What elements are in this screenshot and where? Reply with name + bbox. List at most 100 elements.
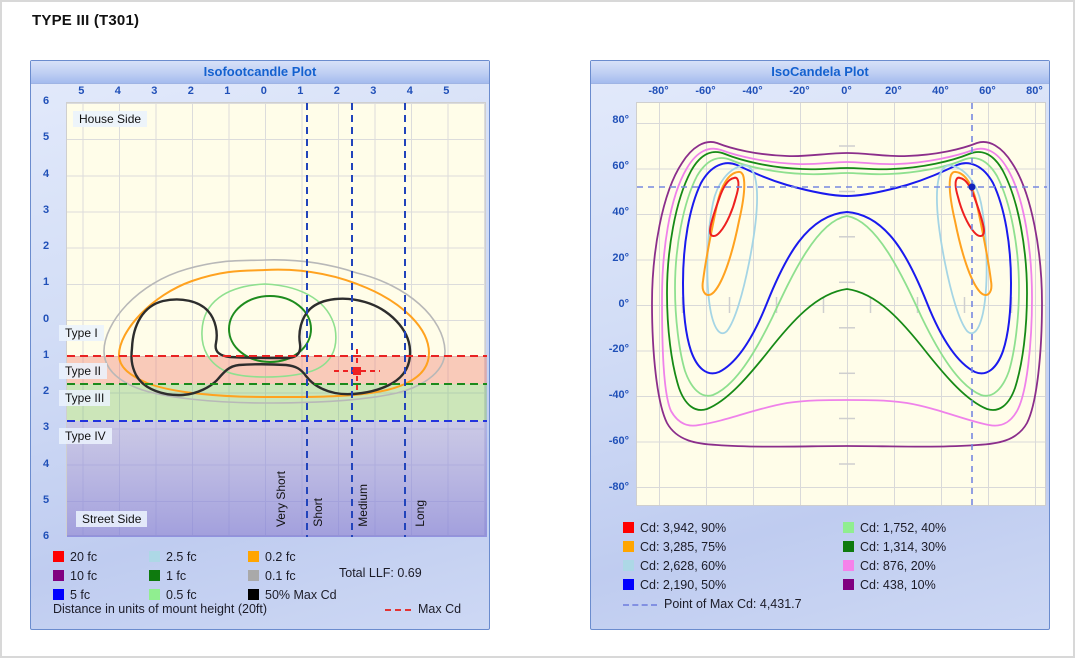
legend-item: 20 fc: [53, 547, 97, 566]
x-axis-tick-label: 1: [209, 85, 246, 97]
x-axis-tick-label: -80°: [635, 85, 682, 97]
legend-label: Cd: 3,285, 75%: [640, 540, 726, 554]
legend-swatch: [149, 589, 160, 600]
legend-label: Cd: 3,942, 90%: [640, 521, 726, 535]
x-axis-tick-label: 2: [173, 85, 210, 97]
legend-swatch: [843, 522, 854, 533]
legend-swatch: [623, 541, 634, 552]
legend-swatch: [248, 589, 259, 600]
house-side-label: House Side: [73, 111, 147, 127]
legend-swatch: [623, 579, 634, 590]
isofootcandle-x-axis: 54321012345: [63, 85, 465, 97]
y-axis-tick-label: 20°: [593, 251, 629, 266]
legend-item: 10 fc: [53, 566, 97, 585]
y-axis-tick-label: 40°: [593, 205, 629, 220]
legend-item: 2.5 fc: [149, 547, 197, 566]
max-cd-legend-label: Max Cd: [418, 602, 461, 616]
x-axis-tick-label: 0°: [823, 85, 870, 97]
isofootcandle-y-axis: 6543210123456: [31, 94, 61, 544]
x-axis-tick-label: 5: [63, 85, 100, 97]
legend-swatch: [623, 522, 634, 533]
legend-swatch: [149, 551, 160, 562]
legend-swatch: [843, 560, 854, 571]
point-of-max-cd-label: Point of Max Cd: 4,431.7: [664, 597, 802, 611]
legend-label: 20 fc: [70, 550, 97, 564]
total-llf-value: Total LLF: 0.69: [339, 566, 422, 580]
legend-label: Cd: 1,314, 30%: [860, 540, 946, 554]
legend-label: 0.1 fc: [265, 569, 296, 583]
contour-cd-2190: [683, 163, 1011, 373]
y-axis-tick-label: 5: [31, 130, 61, 145]
y-axis-tick-label: 6: [31, 529, 61, 544]
street-side-label: Street Side: [76, 511, 147, 527]
x-axis-tick-label: -40°: [729, 85, 776, 97]
legend-swatch: [843, 541, 854, 552]
legend-swatch: [248, 551, 259, 562]
legend-swatch: [248, 570, 259, 581]
y-axis-tick-label: 4: [31, 457, 61, 472]
x-axis-tick-label: 1: [282, 85, 319, 97]
legend-label: 10 fc: [70, 569, 97, 583]
isocandela-y-axis: 80°60°40°20°0°-20°-40°-60°-80°: [593, 113, 631, 495]
y-axis-tick-label: -80°: [593, 480, 629, 495]
legend-swatch: [843, 579, 854, 590]
x-axis-tick-label: 3: [355, 85, 392, 97]
legend-swatch: [53, 589, 64, 600]
isofootcandle-plot-area: Very Short Short Medium Long: [66, 102, 486, 536]
legend-item: Cd: 1,314, 30%: [843, 537, 946, 556]
y-axis-tick-label: -60°: [593, 434, 629, 449]
legend-item: Cd: 1,752, 40%: [843, 518, 946, 537]
legend-label: 50% Max Cd: [265, 588, 337, 602]
legend-item: 0.2 fc: [248, 547, 337, 566]
x-axis-tick-label: -20°: [776, 85, 823, 97]
y-axis-tick-label: 2: [31, 384, 61, 399]
y-axis-tick-label: 5: [31, 493, 61, 508]
point-of-max-cd: Point of Max Cd: 4,431.7: [623, 597, 802, 611]
legend-swatch: [53, 570, 64, 581]
max-cd-marker: [353, 367, 361, 375]
dist-label-short: Short: [311, 498, 325, 527]
y-axis-tick-label: -20°: [593, 342, 629, 357]
center-axis-ticks: [683, 146, 1012, 464]
isofc-legend-col2: 2.5 fc 1 fc 0.5 fc: [149, 547, 197, 604]
x-axis-tick-label: 3: [136, 85, 173, 97]
legend-label: 0.5 fc: [166, 588, 197, 602]
isocd-legend-col1: Cd: 3,942, 90% Cd: 3,285, 75% Cd: 2,628,…: [623, 518, 726, 594]
isocandela-panel: IsoCandela Plot -80°-60°-40°-20°0°20°40°…: [590, 60, 1050, 630]
zone-label-type4: Type IV: [59, 428, 112, 444]
y-axis-tick-label: 4: [31, 167, 61, 182]
y-axis-tick-label: 0: [31, 312, 61, 327]
x-axis-tick-label: 2: [319, 85, 356, 97]
legend-label: 2.5 fc: [166, 550, 197, 564]
legend-swatch: [623, 560, 634, 571]
legend-label: Cd: 438, 10%: [860, 578, 936, 592]
x-axis-tick-label: 4: [392, 85, 429, 97]
dist-label-long: Long: [413, 500, 427, 527]
legend-item: Cd: 2,628, 60%: [623, 556, 726, 575]
max-cd-dash-icon: [385, 609, 411, 611]
isofc-legend-col3: 0.2 fc 0.1 fc 50% Max Cd: [248, 547, 337, 604]
x-axis-tick-label: 5: [428, 85, 465, 97]
y-axis-tick-label: 60°: [593, 159, 629, 174]
y-axis-tick-label: 1: [31, 348, 61, 363]
isocd-legend-col2: Cd: 1,752, 40% Cd: 1,314, 30% Cd: 876, 2…: [843, 518, 946, 594]
max-cd-dash-icon: [623, 604, 657, 606]
y-axis-tick-label: 0°: [593, 297, 629, 312]
screenshot-frame: TYPE III (T301) Isofootcandle Plot 54321…: [0, 0, 1075, 658]
dist-label-very-short: Very Short: [274, 471, 288, 527]
legend-item: 0.1 fc: [248, 566, 337, 585]
x-axis-tick-label: 60°: [964, 85, 1011, 97]
y-axis-tick-label: 1: [31, 275, 61, 290]
page-title: TYPE III (T301): [32, 12, 139, 29]
x-axis-tick-label: -60°: [682, 85, 729, 97]
x-axis-tick-label: 4: [100, 85, 137, 97]
legend-item: Cd: 2,190, 50%: [623, 575, 726, 594]
dist-label-medium: Medium: [356, 484, 370, 527]
legend-item: Cd: 876, 20%: [843, 556, 946, 575]
y-axis-tick-label: 2: [31, 239, 61, 254]
x-axis-tick-label: 20°: [870, 85, 917, 97]
isocandela-x-axis: -80°-60°-40°-20°0°20°40°60°80°: [635, 85, 1058, 97]
zone-label-type3: Type III: [59, 390, 110, 406]
y-axis-tick-label: 3: [31, 203, 61, 218]
legend-item: 1 fc: [149, 566, 197, 585]
